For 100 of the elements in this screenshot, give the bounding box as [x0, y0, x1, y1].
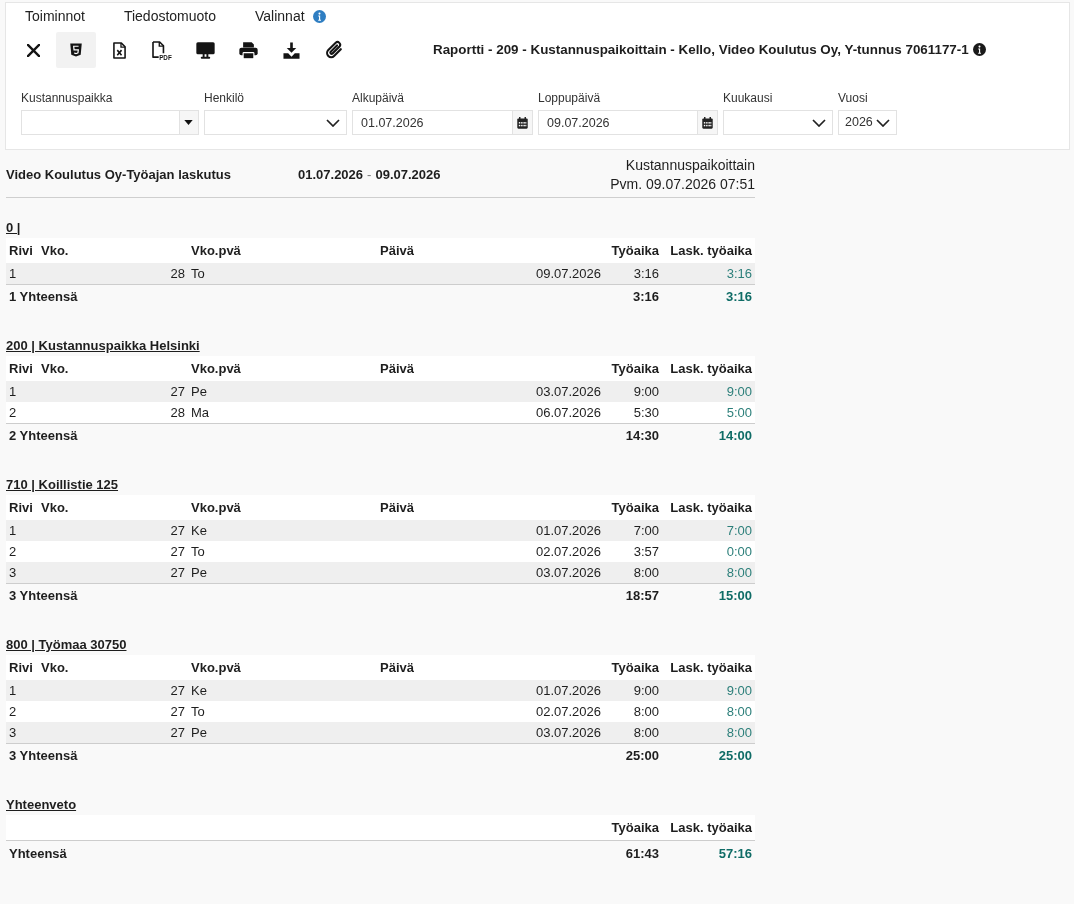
table-cell: 27 — [38, 541, 188, 562]
total-value: 14:00 — [662, 423, 755, 448]
report-timestamp: Pvm. 09.07.2026 07:51 — [610, 175, 755, 194]
date-field[interactable]: 09.07.2026 — [538, 110, 698, 135]
column-header: Vko.pvä — [188, 356, 377, 381]
column-header: Vko.pvä — [188, 238, 377, 263]
column-header: Lask. työaika — [662, 655, 755, 680]
table-cell: 3 — [6, 562, 38, 583]
table-cell: 06.07.2026 — [377, 402, 604, 423]
total-value: 61:43 — [604, 840, 662, 867]
table-cell: 1 — [6, 680, 38, 701]
date-field[interactable]: 01.07.2026 — [352, 110, 513, 135]
column-header: Lask. työaika — [662, 238, 755, 263]
printer-icon — [238, 41, 258, 59]
report-period: 01.07.2026 - 09.07.2026 — [298, 166, 441, 185]
table-cell: 8:00 — [662, 562, 755, 583]
column-header: Vko.pvä — [188, 495, 377, 520]
menu-item[interactable]: Valinnat — [255, 6, 326, 26]
select-field[interactable] — [723, 110, 833, 135]
column-header: Vko.pvä — [188, 655, 377, 680]
table-cell: 27 — [38, 562, 188, 583]
total-value: 15:00 — [662, 583, 755, 608]
section-heading: 710 | Koillistie 125 — [6, 477, 119, 493]
table-cell: Ke — [188, 680, 377, 701]
total-label: 3 Yhteensä — [6, 583, 604, 608]
select-field[interactable] — [204, 110, 347, 135]
chevron-down-icon — [812, 118, 826, 127]
calendar-button[interactable] — [697, 110, 718, 135]
table-cell: 8:00 — [662, 722, 755, 743]
column-header: Rivi — [6, 655, 38, 680]
menu-item[interactable]: Toiminnot — [25, 6, 85, 26]
column-header: Päivä — [377, 238, 604, 263]
column-header: Työaika — [604, 655, 662, 680]
combo-field[interactable] — [21, 110, 179, 135]
paperclip-icon — [325, 40, 343, 60]
report-title: Raportti - 209 - Kustannuspaikoittain - Kello, Video Koulutus Oy, Y-tunnus 7061177-1 — [433, 40, 969, 59]
total-value: 25:00 — [604, 743, 662, 768]
table-cell: 27 — [38, 722, 188, 743]
column-header: Vko. — [38, 356, 188, 381]
table-cell: To — [188, 541, 377, 562]
column-header: Päivä — [377, 356, 604, 381]
table-cell: 2 — [6, 402, 38, 423]
column-header: Rivi — [6, 356, 38, 381]
table-cell: 5:30 — [604, 402, 662, 423]
column-header: Työaika — [604, 815, 662, 840]
table-cell: 01.07.2026 — [377, 680, 604, 701]
chevron-down-icon — [876, 118, 890, 127]
table-cell: 27 — [38, 701, 188, 722]
monitor-icon — [195, 41, 215, 59]
column-header: Päivä — [377, 655, 604, 680]
table-cell: 9:00 — [604, 381, 662, 402]
table-cell: 2 — [6, 541, 38, 562]
total-value: 3:16 — [604, 284, 662, 309]
table-cell: 1 — [6, 381, 38, 402]
table-cell: 7:00 — [662, 520, 755, 541]
table-cell: To — [188, 701, 377, 722]
calendar-button[interactable] — [512, 110, 533, 135]
column-header: Vko. — [38, 655, 188, 680]
column-header: Rivi — [6, 495, 38, 520]
field-label: Alkupäivä — [352, 91, 406, 106]
column-header: Lask. työaika — [662, 815, 755, 840]
table-cell: 1 — [6, 263, 38, 284]
section-heading: 0 | — [6, 220, 21, 236]
column-header: Vko. — [38, 238, 188, 263]
field-label: Henkilö — [204, 91, 246, 106]
table-cell: 27 — [38, 381, 188, 402]
table-cell: 3:57 — [604, 541, 662, 562]
table-cell: 03.07.2026 — [377, 562, 604, 583]
field-label: Kuukausi — [723, 91, 774, 106]
table-cell: 2 — [6, 701, 38, 722]
column-header: Rivi — [6, 238, 38, 263]
field-label: Kustannuspaikka — [21, 91, 114, 106]
download-icon — [282, 41, 300, 59]
select-field[interactable]: 2026 — [838, 110, 897, 135]
table-cell: 8:00 — [604, 562, 662, 583]
total-value: 57:16 — [662, 840, 755, 867]
total-label: 3 Yhteensä — [6, 743, 604, 768]
table-cell: 3:16 — [662, 263, 755, 284]
dropdown-button[interactable] — [178, 110, 199, 135]
table-cell: 09.07.2026 — [377, 263, 604, 284]
table-cell: 02.07.2026 — [377, 541, 604, 562]
column-header: Työaika — [604, 356, 662, 381]
table-cell: Pe — [188, 722, 377, 743]
table-cell: 03.07.2026 — [377, 722, 604, 743]
column-header: Päivä — [377, 495, 604, 520]
column-header: Työaika — [604, 238, 662, 263]
table-cell: 28 — [38, 402, 188, 423]
field-label: Vuosi — [838, 91, 869, 106]
table-cell: Ma — [188, 402, 377, 423]
table-cell: 0:00 — [662, 541, 755, 562]
table-cell: Pe — [188, 562, 377, 583]
section-heading: 200 | Kustannuspaikka Helsinki — [6, 338, 200, 354]
column-header: Työaika — [604, 495, 662, 520]
table-cell: 8:00 — [662, 701, 755, 722]
html-export-button[interactable] — [56, 32, 96, 68]
menu-item[interactable]: Tiedostomuoto — [123, 6, 216, 26]
table-cell: 8:00 — [604, 722, 662, 743]
field-label: Loppupäivä — [538, 91, 602, 106]
table-cell: 28 — [38, 263, 188, 284]
table-cell: 3:16 — [604, 263, 662, 284]
